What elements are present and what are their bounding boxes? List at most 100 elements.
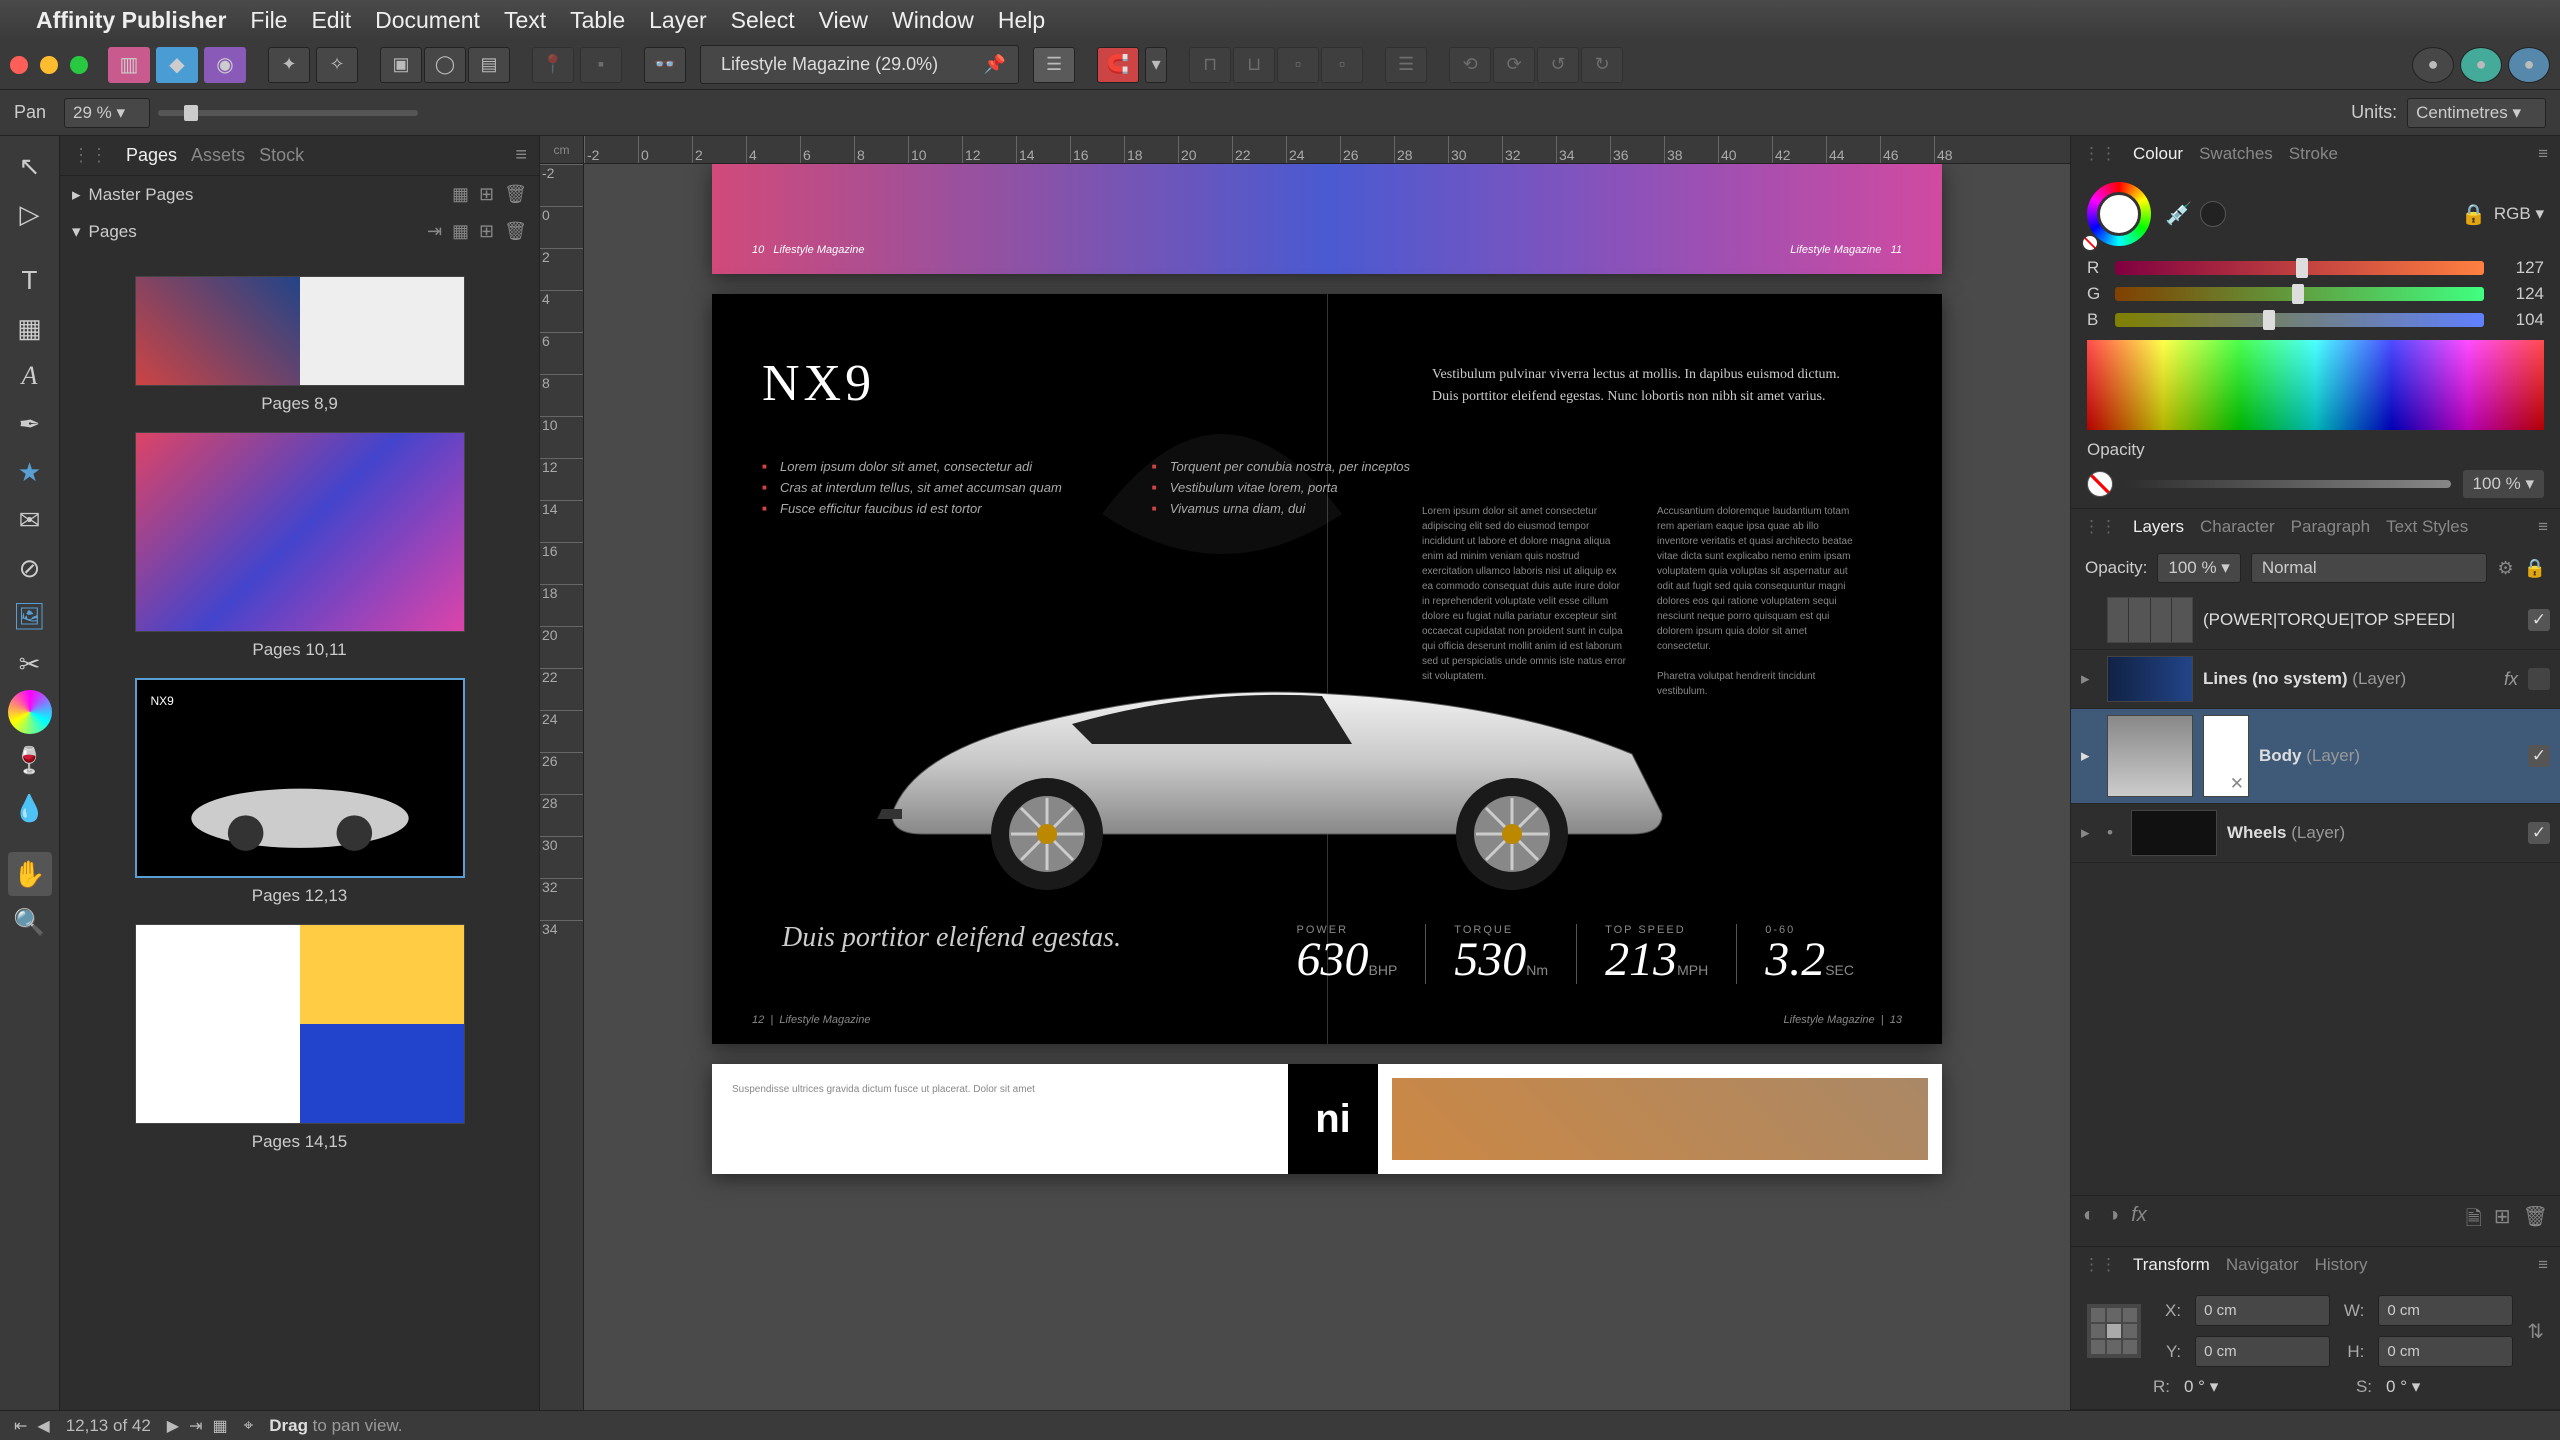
layer-lock-icon[interactable]: 🔒 — [2524, 558, 2546, 579]
node-tool[interactable]: ▷ — [8, 192, 52, 236]
picture-frame-tool[interactable]: ✉ — [8, 498, 52, 542]
ruler-vertical[interactable]: -20246810121416182022242628303234 — [540, 164, 584, 1410]
play-layer-icon[interactable]: ▸ — [2081, 746, 2097, 766]
rotate-cw[interactable]: ↻ — [1581, 47, 1623, 83]
none-chip[interactable] — [2081, 234, 2099, 252]
toolbar-btn-baseline[interactable]: ▤ — [468, 47, 510, 83]
shape-tool[interactable]: ★ — [8, 450, 52, 494]
adjustment-layer-icon[interactable]: ◑ — [2107, 1204, 2119, 1238]
menu-edit[interactable]: Edit — [311, 7, 351, 34]
menu-table[interactable]: Table — [570, 7, 625, 34]
panel-options-icon[interactable]: ≡ — [2538, 1255, 2548, 1275]
mask-layer-icon[interactable]: ◐ — [2083, 1204, 2095, 1238]
menu-layer[interactable]: Layer — [649, 7, 707, 34]
w-input[interactable] — [2378, 1295, 2513, 1326]
canvas[interactable]: cm -202468101214161820222426283032343638… — [540, 136, 2070, 1410]
close-window[interactable] — [10, 56, 28, 74]
frame-text-tool[interactable]: T — [8, 258, 52, 302]
gear-icon[interactable]: ⚙ — [2497, 558, 2513, 579]
snapping-options[interactable]: ▾ — [1145, 47, 1167, 83]
artistic-text-tool[interactable]: A — [8, 354, 52, 398]
pages-find-icon[interactable]: ⇥ — [427, 221, 442, 242]
menu-view[interactable]: View — [819, 7, 868, 34]
sync-icon[interactable]: ● — [2460, 47, 2502, 83]
tab-stock[interactable]: Stock — [259, 145, 304, 166]
current-spread[interactable]: NX9 Vestibulum pulvinar viverra lectus a… — [712, 294, 1942, 1044]
spread-thumb-12-13[interactable]: NX9 Pages 12,13 — [135, 678, 465, 906]
anchor-selector[interactable] — [2087, 1304, 2141, 1358]
ruler-horizontal[interactable]: -202468101214161820222426283032343638404… — [584, 136, 2070, 164]
g-slider[interactable] — [2115, 287, 2484, 301]
fill-tool[interactable] — [8, 690, 52, 734]
designer-persona[interactable]: ◆ — [156, 47, 198, 83]
rotation-input[interactable]: 0 ° ▾ — [2184, 1377, 2342, 1397]
toolbar-btn-1[interactable]: ✦ — [268, 47, 310, 83]
x-input[interactable] — [2195, 1295, 2330, 1326]
layer-opacity-select[interactable]: 100 % ▾ — [2157, 553, 2240, 583]
master-delete-icon[interactable]: 🗑 — [504, 184, 527, 205]
layer-visible-checkbox[interactable]: ✓ — [2528, 609, 2550, 631]
master-add-icon[interactable]: ⊞ — [479, 184, 494, 205]
layer-visible-checkbox[interactable]: ✓ — [2528, 822, 2550, 844]
hue-saturation-picker[interactable] — [2087, 340, 2544, 430]
panel-grip-icon[interactable]: ⋮⋮ — [72, 145, 108, 166]
tab-assets[interactable]: Assets — [191, 145, 245, 166]
pen-tool[interactable]: ✒ — [8, 402, 52, 446]
b-slider[interactable] — [2115, 313, 2484, 327]
link-dimensions-icon[interactable]: ⇅ — [2527, 1319, 2544, 1344]
help-icon[interactable]: ● — [2508, 47, 2550, 83]
color-picker-tool[interactable]: 💧 — [8, 786, 52, 830]
pin-icon[interactable]: 📌 — [984, 54, 1006, 75]
panel-grip-icon[interactable]: ⋮⋮ — [2083, 517, 2117, 537]
expand-layer-icon[interactable]: ▸ — [2081, 669, 2097, 689]
r-slider[interactable] — [2115, 261, 2484, 275]
delete-layer-icon[interactable]: 🗑 — [2523, 1204, 2548, 1238]
app-name[interactable]: Affinity Publisher — [36, 7, 226, 34]
spread-thumb-10-11[interactable]: Pages 10,11 — [135, 432, 465, 660]
publisher-persona[interactable]: ▥ — [108, 47, 150, 83]
menu-help[interactable]: Help — [998, 7, 1045, 34]
no-opacity-chip[interactable] — [2087, 471, 2113, 497]
zoom-tool[interactable]: 🔍 — [8, 900, 52, 944]
document-title[interactable]: Lifestyle Magazine (29.0%) 📌 — [700, 45, 1019, 84]
align-btn-4[interactable]: ▫ — [1321, 47, 1363, 83]
panel-grip-icon[interactable]: ⋮⋮ — [2083, 144, 2117, 164]
pages-add-icon[interactable]: ⊞ — [479, 221, 494, 242]
eyedropper-icon[interactable]: 💉 — [2165, 201, 2192, 227]
menu-document[interactable]: Document — [375, 7, 480, 34]
zoom-slider[interactable] — [158, 110, 418, 116]
tab-colour[interactable]: Colour — [2133, 144, 2183, 164]
zoom-select[interactable]: 29 % ▾ — [64, 98, 150, 128]
first-page-icon[interactable]: ⇤ — [14, 1416, 27, 1436]
toolbar-btn-oval[interactable]: ◯ — [424, 47, 466, 83]
flip-h[interactable]: ⟲ — [1449, 47, 1491, 83]
rotate-ccw[interactable]: ↺ — [1537, 47, 1579, 83]
tab-history[interactable]: History — [2315, 1255, 2368, 1275]
layer-visible-checkbox[interactable] — [2528, 668, 2550, 690]
layer-mask-thumb[interactable]: ✕ — [2203, 715, 2249, 797]
panel-options-icon[interactable]: ≡ — [2538, 517, 2548, 537]
panel-options-icon[interactable]: ≡ — [2538, 144, 2548, 164]
account-icon[interactable]: ● — [2412, 47, 2454, 83]
menu-file[interactable]: File — [250, 7, 287, 34]
color-wells[interactable] — [2087, 182, 2151, 246]
units-select[interactable]: Centimetres ▾ — [2407, 98, 2546, 128]
flip-v[interactable]: ⟳ — [1493, 47, 1535, 83]
view-mode-toggle[interactable]: ☰ — [1033, 47, 1075, 83]
transparency-tool[interactable]: 🍷 — [8, 738, 52, 782]
spread-thumb-14-15[interactable]: Pages 14,15 — [135, 924, 465, 1152]
page-options-icon[interactable]: ▦ — [213, 1416, 228, 1436]
layer-row-wheels[interactable]: ▸ • Wheels (Layer) ✓ — [2071, 804, 2560, 863]
ruler-corner[interactable]: cm — [540, 136, 584, 164]
fx-layer-icon[interactable]: fx — [2131, 1204, 2147, 1238]
opacity-value[interactable]: 100 % ▾ — [2463, 470, 2544, 498]
align-btn-3[interactable]: ▫ — [1277, 47, 1319, 83]
tab-stroke[interactable]: Stroke — [2289, 144, 2338, 164]
tab-navigator[interactable]: Navigator — [2226, 1255, 2299, 1275]
g-value[interactable]: 124 — [2494, 284, 2544, 304]
shear-input[interactable]: 0 ° ▾ — [2386, 1377, 2544, 1397]
blend-mode-select[interactable]: Normal — [2251, 553, 2488, 583]
menu-select[interactable]: Select — [731, 7, 795, 34]
master-pages-label[interactable]: Master Pages — [89, 185, 194, 205]
tab-pages[interactable]: Pages — [126, 145, 177, 166]
